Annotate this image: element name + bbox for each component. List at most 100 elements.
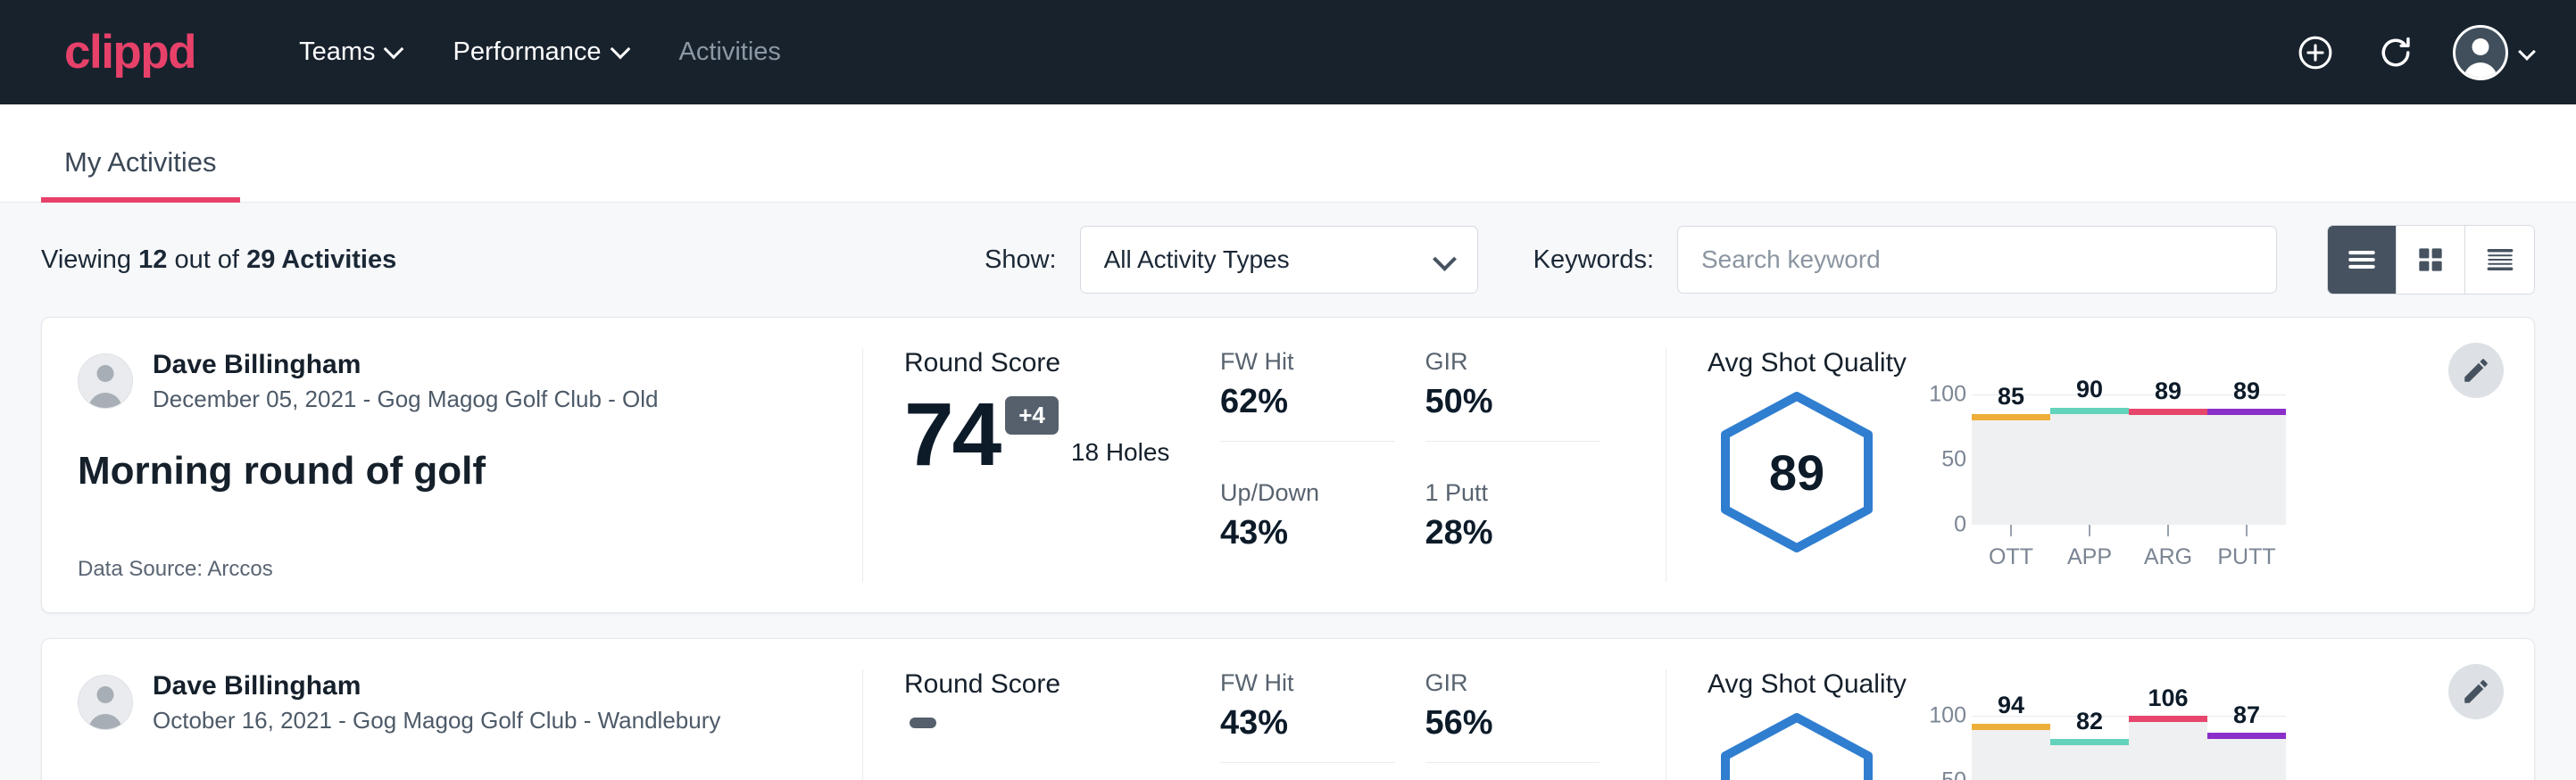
stat-gir: GIR 50%: [1425, 348, 1631, 461]
viewing-count-text: Viewing 12 out of 29 Activities: [41, 245, 396, 275]
nav-item-performance-label: Performance: [453, 37, 601, 67]
bar-arg: 89: [2129, 394, 2207, 525]
filter-bar: Viewing 12 out of 29 Activities Show: Al…: [41, 203, 2535, 317]
search-input[interactable]: [1677, 226, 2277, 294]
avg-shot-quality-body: 100 50 0 94: [1708, 709, 2427, 780]
stat-fw-hit: FW Hit 62%: [1220, 348, 1425, 461]
bar-putt: 87: [2207, 716, 2286, 780]
avg-shot-quality-label: Avg Shot Quality: [1708, 669, 2427, 700]
stat-up-down-value: 43%: [1220, 514, 1395, 552]
shot-quality-hexagon: [1708, 709, 1886, 780]
bar-app: 82: [2050, 716, 2129, 780]
stat-up-down: Up/Down 43%: [1220, 461, 1425, 552]
keywords-label: Keywords:: [1533, 245, 1654, 275]
show-label: Show:: [985, 245, 1057, 275]
round-score-column: Round Score: [863, 669, 1220, 780]
avg-shot-quality-column: Avg Shot Quality 89 100 50 0: [1666, 348, 2534, 582]
x-label-ott: OTT: [1972, 544, 2050, 570]
shot-quality-hexagon: 89: [1708, 387, 1886, 557]
stat-gir-label: GIR: [1425, 348, 1600, 376]
keywords-group: Keywords:: [1533, 226, 2277, 294]
activity-info-column: Dave Billingham October 16, 2021 - Gog M…: [42, 669, 863, 780]
player-name: Dave Billingham: [153, 348, 659, 382]
main-nav-links: Teams Performance Activities: [274, 27, 806, 78]
nav-actions: [2292, 25, 2535, 80]
bar-app-value: 90: [2076, 376, 2103, 403]
avatar: [78, 353, 133, 409]
activity-meta: December 05, 2021 - Gog Magog Golf Club …: [153, 384, 659, 415]
round-score-label: Round Score: [904, 669, 1220, 700]
grid-view-button[interactable]: [2397, 226, 2465, 294]
account-menu[interactable]: [2453, 25, 2535, 80]
y-tick-50: 50: [1941, 447, 1966, 473]
y-tick-100: 100: [1929, 703, 1966, 729]
plus-circle-icon[interactable]: [2292, 29, 2339, 76]
bar-ott: 85: [1972, 394, 2050, 525]
bar-putt: 89: [2207, 394, 2286, 525]
viewing-total: 29 Activities: [246, 245, 396, 274]
bar-putt-value: 89: [2233, 378, 2260, 405]
bar-ott-value: 94: [1998, 692, 2024, 719]
shot-quality-bar-chart: 100 50 0 85: [1922, 394, 2427, 570]
nav-item-activities-label: Activities: [679, 37, 781, 67]
stat-one-putt: 1 Putt 28%: [1425, 461, 1631, 552]
score-differential-badge: [910, 718, 936, 728]
list-view-button[interactable]: [2328, 226, 2397, 294]
stat-one-putt-label: 1 Putt: [1425, 479, 1600, 507]
stat-fw-hit-value: 62%: [1220, 383, 1395, 442]
tab-my-activities-label: My Activities: [64, 146, 217, 178]
player-name: Dave Billingham: [153, 669, 720, 703]
stat-fw-hit-label: FW Hit: [1220, 348, 1395, 376]
avatar: [78, 675, 133, 730]
tab-my-activities[interactable]: My Activities: [41, 146, 240, 202]
round-score-column: Round Score 74 +4 18 Holes: [863, 348, 1220, 582]
avg-shot-quality-label: Avg Shot Quality: [1708, 348, 2427, 378]
bar-app: 90: [2050, 394, 2129, 525]
chart-plot-area: 94 82 106: [1972, 716, 2286, 780]
clippd-logo[interactable]: clippd: [64, 29, 195, 76]
activity-type-select[interactable]: All Activity Types: [1080, 226, 1478, 294]
avg-shot-quality-column: Avg Shot Quality 100 50 0: [1666, 669, 2534, 780]
viewing-prefix: Viewing: [41, 245, 131, 274]
avg-shot-quality-body: 89 100 50 0: [1708, 387, 2427, 570]
nav-item-teams[interactable]: Teams: [274, 27, 428, 78]
nav-item-performance[interactable]: Performance: [428, 27, 653, 78]
edit-activity-button[interactable]: [2448, 343, 2504, 398]
activity-card[interactable]: Dave Billingham December 05, 2021 - Gog …: [41, 317, 2535, 613]
stat-gir-label: GIR: [1425, 669, 1600, 697]
nav-item-activities[interactable]: Activities: [654, 27, 806, 78]
x-label-putt: PUTT: [2207, 544, 2286, 570]
chart-y-axis: 100 50 0: [1922, 394, 1972, 525]
page-content: Viewing 12 out of 29 Activities Show: Al…: [0, 203, 2576, 780]
stat-fw-hit-value: 43%: [1220, 704, 1395, 763]
activity-card[interactable]: Dave Billingham October 16, 2021 - Gog M…: [41, 638, 2535, 780]
holes-played: 18 Holes: [1071, 438, 1170, 478]
stat-gir-value: 56%: [1425, 704, 1600, 763]
shot-quality-bar-chart: 100 50 0 94: [1922, 716, 2427, 780]
chart-y-axis: 100 50 0: [1922, 716, 1972, 780]
stats-column: FW Hit 62% GIR 50% Up/Down 43% 1 Putt 28…: [1220, 348, 1666, 582]
activity-title: Morning round of golf: [78, 449, 827, 494]
tab-bar: My Activities: [0, 104, 2576, 203]
bar-arg: 106: [2129, 716, 2207, 780]
bar-ott: 94: [1972, 716, 2050, 780]
chevron-down-icon: [386, 42, 403, 58]
edit-activity-button[interactable]: [2448, 664, 2504, 719]
y-tick-0: 0: [1954, 512, 1966, 538]
round-score-label: Round Score: [904, 348, 1220, 378]
chart-x-labels: OTT APP ARG PUTT: [1972, 525, 2286, 570]
bar-putt-value: 87: [2233, 701, 2260, 729]
bar-app-value: 82: [2076, 708, 2103, 735]
viewing-count: 12: [138, 245, 167, 274]
filter-controls: Show: All Activity Types Keywords:: [985, 225, 2535, 295]
bar-ott-value: 85: [1998, 383, 2024, 411]
y-tick-50: 50: [1941, 768, 1966, 780]
bar-arg-value: 89: [2155, 378, 2181, 405]
stat-up-down-label: Up/Down: [1220, 479, 1395, 507]
data-source-label: Data Source: Arccos: [78, 525, 827, 582]
compact-view-button[interactable]: [2465, 226, 2534, 294]
bar-arg-value: 106: [2148, 685, 2188, 712]
refresh-icon[interactable]: [2372, 29, 2419, 76]
chart-plot-area: 85 90 89: [1972, 394, 2286, 525]
stat-gir-value: 50%: [1425, 383, 1600, 442]
